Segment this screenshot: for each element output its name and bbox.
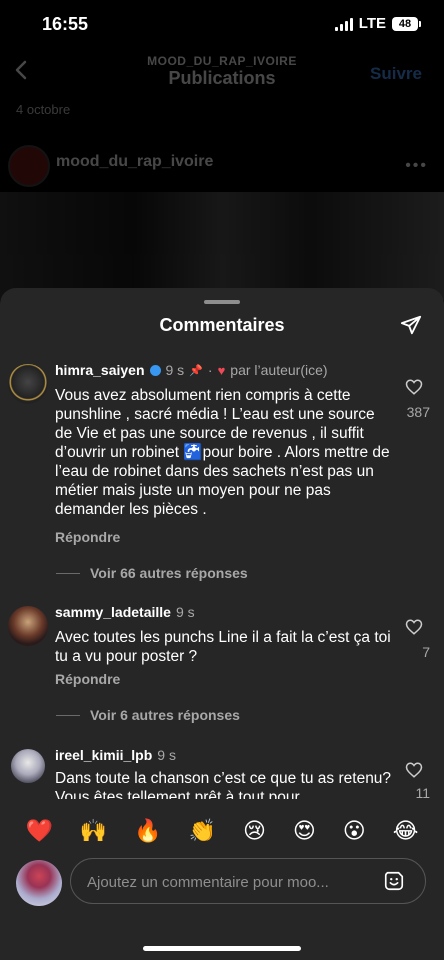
reply-button[interactable]: Répondre bbox=[55, 529, 120, 545]
post-image bbox=[0, 192, 444, 300]
view-more-replies-label: Voir 6 autres réponses bbox=[90, 707, 240, 723]
emoji-reaction-row: ❤️ 🙌 🔥 👏 😢 😍 😮 😂 bbox=[0, 818, 444, 844]
comment-time: 9 s bbox=[157, 747, 176, 763]
verified-badge-icon bbox=[149, 364, 161, 376]
emoji-surprised[interactable]: 😮 bbox=[343, 818, 366, 844]
comment-item: ireel_kimii_lpb 9 s Dans toute la chanso… bbox=[0, 747, 444, 799]
battery-icon: 48 bbox=[392, 16, 421, 31]
status-time: 16:55 bbox=[42, 14, 89, 34]
pin-icon: 📌 bbox=[189, 364, 203, 377]
follow-button[interactable]: Suivre bbox=[370, 64, 422, 84]
avatar[interactable] bbox=[8, 606, 48, 646]
sheet-title: Commentaires bbox=[159, 315, 285, 335]
post-username[interactable]: mood_du_rap_ivoire bbox=[56, 153, 213, 171]
sticker-icon[interactable] bbox=[383, 870, 405, 892]
avatar[interactable] bbox=[8, 364, 48, 404]
emoji-crying[interactable]: 😢 bbox=[243, 818, 266, 844]
heart-outline-icon[interactable] bbox=[405, 378, 423, 396]
heart-outline-icon[interactable] bbox=[405, 618, 423, 636]
like-count: 11 bbox=[415, 785, 430, 799]
reply-button[interactable]: Répondre bbox=[55, 671, 120, 687]
like-count: 387 bbox=[406, 404, 430, 420]
emoji-laughing[interactable]: 😂 bbox=[393, 818, 419, 844]
view-more-replies-label: Voir 66 autres réponses bbox=[90, 565, 248, 581]
comment-time: 9 s bbox=[175, 604, 195, 620]
post-avatar[interactable] bbox=[8, 145, 50, 187]
emoji-heart[interactable]: ❤️ bbox=[25, 818, 52, 844]
comment-username[interactable]: sammy_ladetaille bbox=[55, 604, 171, 620]
emoji-fire[interactable]: 🔥 bbox=[134, 818, 161, 844]
emoji-raised-hands[interactable]: 🙌 bbox=[80, 818, 107, 844]
author-like-icon: ♥ bbox=[217, 362, 226, 378]
comment-time: 9 s bbox=[165, 362, 185, 378]
share-icon[interactable] bbox=[400, 314, 422, 336]
sheet-grabber[interactable] bbox=[204, 300, 240, 304]
background-page: MOOD_DU_RAP_IVOIRE Publications Suivre 4… bbox=[0, 50, 444, 300]
view-more-replies[interactable]: Voir 66 autres réponses bbox=[56, 565, 248, 581]
comment-username[interactable]: himra_saiyen bbox=[55, 362, 145, 378]
comments-sheet: Commentaires himra_saiyen 9 s 📌 · ♥ par … bbox=[0, 288, 444, 960]
signal-icon bbox=[334, 17, 353, 31]
post-date: 4 octobre bbox=[16, 102, 71, 117]
avatar[interactable] bbox=[11, 749, 45, 783]
view-more-replies[interactable]: Voir 6 autres réponses bbox=[56, 707, 240, 723]
comment-input[interactable] bbox=[85, 859, 369, 905]
comment-composer bbox=[14, 858, 430, 908]
network-label: LTE bbox=[358, 15, 386, 32]
status-bar: 16:55 LTE 48 bbox=[0, 0, 444, 50]
more-options-icon[interactable]: ••• bbox=[405, 157, 428, 175]
author-like-label: par l’auteur(ice) bbox=[230, 362, 328, 378]
like-count: 7 bbox=[422, 644, 430, 660]
emoji-heart-eyes[interactable]: 😍 bbox=[293, 818, 316, 844]
heart-outline-icon[interactable] bbox=[405, 761, 423, 779]
emoji-clapping[interactable]: 👏 bbox=[189, 818, 216, 844]
home-indicator bbox=[143, 946, 301, 951]
my-avatar bbox=[16, 860, 62, 906]
comment-input-box[interactable] bbox=[70, 858, 426, 905]
comment-username[interactable]: ireel_kimii_lpb bbox=[55, 747, 152, 763]
